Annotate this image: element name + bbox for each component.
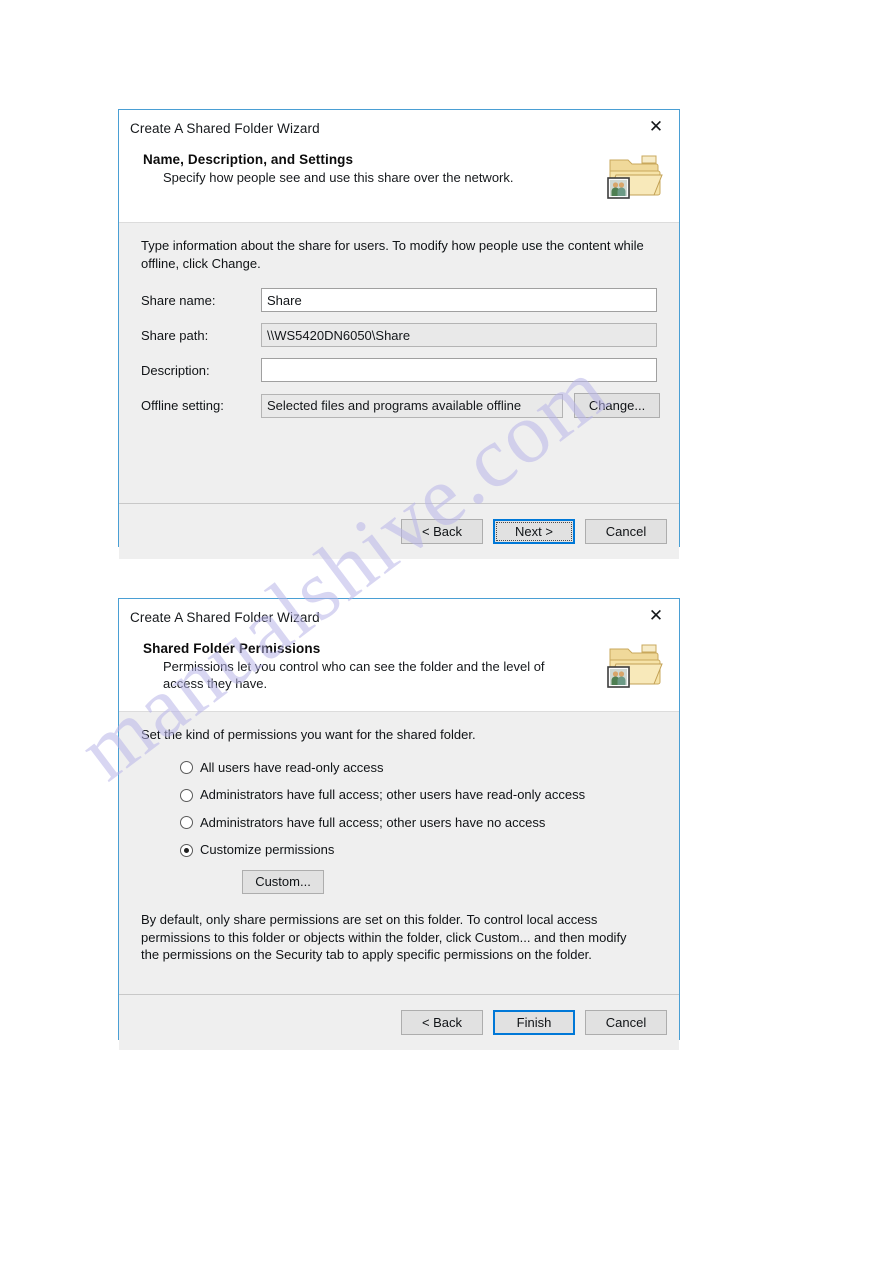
share-name-input[interactable] [261, 288, 657, 313]
radio-admins-full-others-read-only[interactable]: Administrators have full access; other u… [180, 787, 662, 803]
dialog2-header-band: Shared Folder Permissions Permissions le… [119, 635, 679, 712]
share-name-label: Share name: [141, 292, 216, 308]
offline-setting-row: Offline setting: Change... [136, 393, 662, 419]
create-shared-folder-wizard-dialog-name-settings: Create A Shared Folder Wizard ✕ Name, De… [118, 109, 680, 559]
radio-icon [180, 760, 193, 774]
change-button[interactable]: Change... [574, 393, 660, 419]
back-button[interactable]: < Back [401, 519, 483, 544]
create-shared-folder-wizard-dialog-permissions: Create A Shared Folder Wizard ✕ Shared F… [118, 598, 680, 1050]
dialog1-subtitle: Specify how people see and use this shar… [163, 170, 514, 185]
dialog2-intro-text: Set the kind of permissions you want for… [141, 727, 476, 742]
close-icon[interactable]: ✕ [633, 599, 679, 633]
dialog2-content: Set the kind of permissions you want for… [119, 712, 679, 995]
radio-customize-permissions[interactable]: Customize permissions [180, 842, 662, 858]
description-label: Description: [141, 362, 210, 378]
radio-label: Customize permissions [200, 842, 335, 858]
back-button[interactable]: < Back [401, 1010, 483, 1035]
custom-button[interactable]: Custom... [242, 870, 324, 895]
dialog1-intro-text: Type information about the share for use… [141, 238, 644, 271]
description-input[interactable] [261, 358, 657, 383]
dialog2-subtitle: Permissions let you control who can see … [163, 659, 545, 692]
description-row: Description: [136, 358, 662, 383]
dialog2-note-text: By default, only share permissions are s… [141, 912, 627, 963]
offline-setting-label: Offline setting: [141, 398, 224, 414]
share-path-input [261, 323, 657, 348]
next-button[interactable]: Next > [493, 519, 575, 544]
dialog1-title: Create A Shared Folder Wizard [130, 120, 320, 136]
radio-label: Administrators have full access; other u… [200, 814, 546, 830]
dialog1-heading: Name, Description, and Settings [143, 152, 354, 167]
dialog2-title: Create A Shared Folder Wizard [130, 609, 320, 625]
radio-icon-selected [180, 843, 193, 857]
radio-icon [180, 816, 193, 830]
dialog1-footer: < Back Next > Cancel [119, 504, 679, 559]
finish-button[interactable]: Finish [493, 1010, 575, 1035]
share-path-row: Share path: [136, 323, 662, 348]
dialog1-content: Type information about the share for use… [119, 223, 679, 504]
radio-icon [180, 788, 193, 802]
offline-setting-input [261, 393, 563, 418]
permissions-radio-group: All users have read-only access Administ… [136, 760, 662, 895]
radio-admins-full-others-none[interactable]: Administrators have full access; other u… [180, 815, 662, 831]
dialog2-heading: Shared Folder Permissions [143, 641, 321, 656]
dialog2-titlebar: Create A Shared Folder Wizard ✕ [119, 599, 679, 635]
dialog2-footer: < Back Finish Cancel [119, 995, 679, 1050]
dialog1-header-band: Name, Description, and Settings Specify … [119, 146, 679, 223]
radio-label: All users have read-only access [200, 759, 384, 775]
dialog1-titlebar: Create A Shared Folder Wizard ✕ [119, 110, 679, 146]
radio-all-users-read-only[interactable]: All users have read-only access [180, 760, 662, 776]
shared-folder-icon [607, 644, 663, 688]
cancel-button[interactable]: Cancel [585, 1010, 667, 1035]
shared-folder-icon [607, 155, 663, 199]
radio-label: Administrators have full access; other u… [200, 787, 586, 803]
cancel-button[interactable]: Cancel [585, 519, 667, 544]
share-name-row: Share name: [136, 288, 662, 313]
close-icon[interactable]: ✕ [633, 110, 679, 144]
share-path-label: Share path: [141, 327, 209, 343]
